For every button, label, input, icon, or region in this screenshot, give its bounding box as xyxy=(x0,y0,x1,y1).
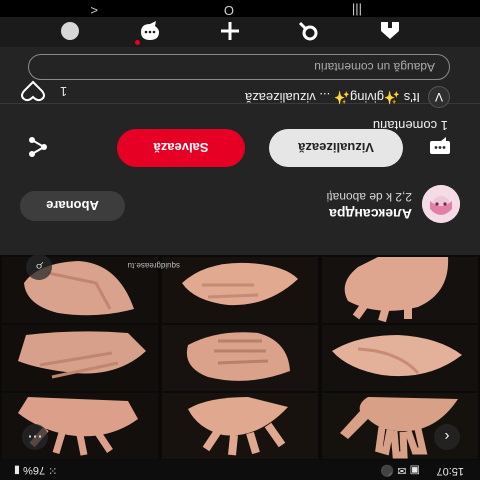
more-icon[interactable]: ⋯ xyxy=(22,424,48,450)
hand-photo xyxy=(162,257,318,323)
create-icon[interactable] xyxy=(210,19,250,43)
comment-bubble-icon[interactable] xyxy=(428,135,452,159)
comment-item[interactable]: V It's ✨giving✨ ... vizualizează xyxy=(30,84,450,108)
author-row: Александра 2,2 k de abonați Abonare xyxy=(20,185,460,223)
visit-button[interactable]: Vizualizează xyxy=(269,129,403,167)
back-icon[interactable]: ‹ xyxy=(434,424,460,450)
follow-button[interactable]: Abonare xyxy=(20,191,125,221)
hand-photo xyxy=(2,325,158,391)
system-back-button[interactable]: < xyxy=(90,3,98,18)
comment-text: It's ✨giving✨ ... vizualizează xyxy=(244,90,420,105)
commenter-avatar[interactable]: V xyxy=(428,86,450,108)
avatar[interactable] xyxy=(422,185,460,223)
system-home-button[interactable]: O xyxy=(224,3,234,18)
hand-photo xyxy=(2,393,158,459)
notification-dot xyxy=(135,40,140,45)
comments-count[interactable]: 1 comentariu xyxy=(373,118,448,133)
watermark: squidgrease.tu xyxy=(127,261,180,270)
lens-icon[interactable]: ⌕ xyxy=(26,254,52,280)
hand-photo xyxy=(322,325,478,391)
home-icon[interactable] xyxy=(370,19,410,43)
hand-photo xyxy=(162,393,318,459)
comment-input[interactable]: Adaugă un comentariu xyxy=(28,54,450,80)
follower-count: 2,2 k de abonați xyxy=(326,190,412,204)
action-row: Vizualizează Salvează xyxy=(20,127,460,167)
clock: 15:07 xyxy=(436,465,464,477)
bottom-navigation xyxy=(0,17,480,47)
pin-image[interactable]: ⌕ ‹ ⋯ squidgrease.tu xyxy=(0,254,480,460)
author-name[interactable]: Александра xyxy=(329,206,412,222)
save-button[interactable]: Salvează xyxy=(117,129,245,167)
search-icon[interactable] xyxy=(288,19,328,43)
status-bar: 15:07 ▣ ✉ ⚫ ⁙ 76% ▮ xyxy=(0,460,480,480)
profile-icon[interactable] xyxy=(50,19,90,43)
notification-icons: ▣ ✉ ⚫ xyxy=(380,464,420,476)
screen: 15:07 ▣ ✉ ⚫ ⁙ 76% ▮ ⌕ ‹ ⋯ squidgrease.tu… xyxy=(0,0,480,480)
battery-status: ⁙ 76% ▮ xyxy=(14,464,58,476)
recent-apps-button[interactable]: ||| xyxy=(352,3,362,18)
share-icon[interactable] xyxy=(26,135,50,159)
system-navigation: ||| O < xyxy=(0,0,480,18)
hand-photo xyxy=(162,325,318,391)
hand-photo xyxy=(322,257,478,323)
